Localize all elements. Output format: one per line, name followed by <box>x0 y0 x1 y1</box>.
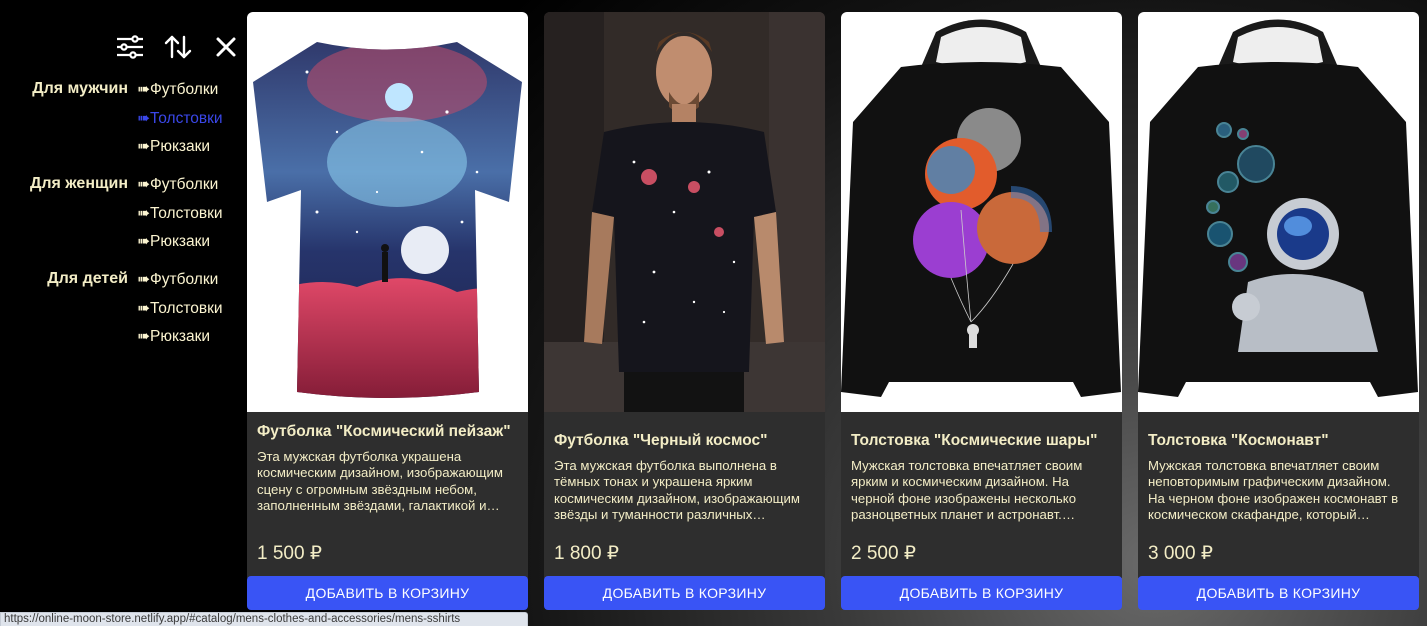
product-image-cosmic-landscape-tshirt[interactable] <box>247 12 528 412</box>
product-price: 2 500 ₽ <box>851 543 916 564</box>
menu-item-kids-hoodies[interactable]: ➠Толстовки <box>137 297 223 326</box>
product-card: Футболка "Черный космос" Эта мужская фут… <box>544 12 825 610</box>
hoodie-image <box>1138 19 1418 397</box>
menu-item-women-backpacks[interactable]: ➠Рюкзаки <box>137 230 223 259</box>
product-title[interactable]: Толстовка "Космонавт" <box>1148 431 1409 450</box>
product-description: Мужская толстовка впечатляет своим непов… <box>1148 458 1399 523</box>
group-items-women: ➠Футболки ➠Толстовки ➠Рюкзаки <box>137 173 223 259</box>
product-image-cosmonaut-hoodie[interactable] <box>1138 12 1419 412</box>
product-price: 3 000 ₽ <box>1148 543 1213 564</box>
product-title[interactable]: Толстовка "Космические шары" <box>851 431 1112 450</box>
product-title[interactable]: Футболка "Черный космос" <box>554 431 815 450</box>
menu-item-men-hoodies[interactable]: ➠Толстовки <box>137 107 223 136</box>
sliders-icon <box>117 35 143 59</box>
product-image-black-cosmos-tshirt[interactable] <box>544 12 825 412</box>
product-title[interactable]: Футболка "Космический пейзаж" <box>257 422 518 441</box>
menu-item-men-backpacks[interactable]: ➠Рюкзаки <box>137 135 223 164</box>
sort-button[interactable] <box>162 32 194 62</box>
status-bar-link-preview: https://online-moon-store.netlify.app/#c… <box>0 612 528 626</box>
product-card: Толстовка "Космонавт" Мужская толстовка … <box>1138 12 1419 610</box>
menu-group-women: Для женщин ➠Футболки ➠Толстовки ➠Рюкзаки <box>0 173 240 268</box>
menu-item-women-tshirts[interactable]: ➠Футболки <box>137 173 223 202</box>
sort-arrows-icon <box>164 35 192 59</box>
add-to-cart-button[interactable]: ДОБАВИТЬ В КОРЗИНУ <box>544 576 825 610</box>
close-icon <box>216 37 236 57</box>
menu-group-men: Для мужчин ➠Футболки ➠Толстовки ➠Рюкзаки <box>0 78 240 173</box>
product-description: Эта мужская футболка украшена космически… <box>257 449 503 514</box>
category-menu: Для мужчин ➠Футболки ➠Толстовки ➠Рюкзаки… <box>0 78 240 363</box>
group-label-kids: Для детей <box>47 270 128 287</box>
product-image-cosmic-balls-hoodie[interactable] <box>841 12 1122 412</box>
group-items-kids: ➠Футболки ➠Толстовки ➠Рюкзаки <box>137 268 223 354</box>
product-description: Эта мужская футболка выполнена в тёмных … <box>554 458 800 523</box>
product-price: 1 800 ₽ <box>554 543 619 564</box>
menu-item-men-tshirts[interactable]: ➠Футболки <box>137 78 223 107</box>
product-grid: Футболка "Космический пейзаж" Эта мужска… <box>247 12 1419 610</box>
menu-item-women-hoodies[interactable]: ➠Толстовки <box>137 202 223 231</box>
tshirt-image <box>253 42 522 398</box>
group-label-men: Для мужчин <box>32 80 128 97</box>
menu-item-kids-tshirts[interactable]: ➠Футболки <box>137 268 223 297</box>
product-price: 1 500 ₽ <box>257 543 322 564</box>
product-card: Толстовка "Космические шары" Мужская тол… <box>841 12 1122 610</box>
product-description: Мужская толстовка впечатляет своим ярким… <box>851 458 1083 523</box>
filter-button[interactable] <box>114 32 146 62</box>
group-label-women: Для женщин <box>29 175 128 192</box>
hoodie-image <box>841 19 1121 397</box>
product-card: Футболка "Космический пейзаж" Эта мужска… <box>247 12 528 610</box>
close-button[interactable] <box>210 32 242 62</box>
add-to-cart-button[interactable]: ДОБАВИТЬ В КОРЗИНУ <box>841 576 1122 610</box>
add-to-cart-button[interactable]: ДОБАВИТЬ В КОРЗИНУ <box>247 576 528 610</box>
catalog-toolbar <box>114 32 242 62</box>
group-items-men: ➠Футболки ➠Толстовки ➠Рюкзаки <box>137 78 223 164</box>
add-to-cart-button[interactable]: ДОБАВИТЬ В КОРЗИНУ <box>1138 576 1419 610</box>
menu-group-kids: Для детей ➠Футболки ➠Толстовки ➠Рюкзаки <box>0 268 240 363</box>
model-photo-image <box>544 12 825 412</box>
menu-item-kids-backpacks[interactable]: ➠Рюкзаки <box>137 325 223 354</box>
